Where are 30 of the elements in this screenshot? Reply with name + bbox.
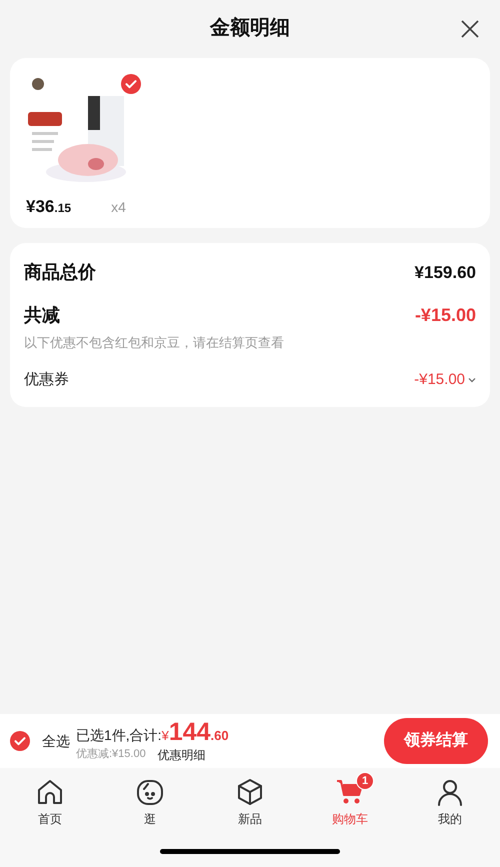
select-all-label[interactable]: 全选 xyxy=(42,730,70,752)
checkbox[interactable] xyxy=(121,74,141,94)
coupon-value: -¥15.00 xyxy=(414,370,465,390)
tab-bar-item[interactable]: 新品 xyxy=(200,768,300,836)
total-label: 商品总价 xyxy=(24,261,96,284)
discount-value: -¥15.00 xyxy=(414,304,476,327)
price-decimal: .15 xyxy=(54,200,72,217)
tab-bar-item[interactable]: 逛 xyxy=(100,768,200,836)
discount-detail-link[interactable]: 优惠明细 xyxy=(158,746,206,764)
cart-count-badge: 1 xyxy=(356,772,374,790)
currency-symbol: ¥ xyxy=(162,726,169,744)
total-amount: 144 xyxy=(168,718,211,744)
selected-count-text: 已选1件,合计: xyxy=(76,726,162,744)
chevron-down-icon[interactable] xyxy=(468,376,476,383)
discount-amount-text: 优惠减:¥15.00 xyxy=(76,746,146,762)
product-quantity: x4 xyxy=(111,198,126,217)
total-value: ¥159.60 xyxy=(414,262,476,284)
discount-note: 以下优惠不包含红包和京豆，请在结算页查看 xyxy=(24,334,285,352)
checkout-button[interactable]: 领券结算 xyxy=(384,718,488,764)
discount-label: 共减 xyxy=(24,304,60,327)
select-all-checkbox[interactable] xyxy=(10,731,30,751)
tab-bar-item[interactable]: 购物车 1 xyxy=(300,768,400,836)
product-price: ¥36 xyxy=(26,196,54,218)
close-icon[interactable] xyxy=(460,19,480,39)
total-decimal: .60 xyxy=(210,726,229,744)
sheet-title: 金额明细 xyxy=(210,16,290,41)
tab-bar-item[interactable]: 我的 xyxy=(400,768,500,836)
coupon-label: 优惠券 xyxy=(24,370,69,390)
tab-bar-item[interactable]: 首页 xyxy=(0,768,100,836)
cube-icon xyxy=(235,776,265,806)
